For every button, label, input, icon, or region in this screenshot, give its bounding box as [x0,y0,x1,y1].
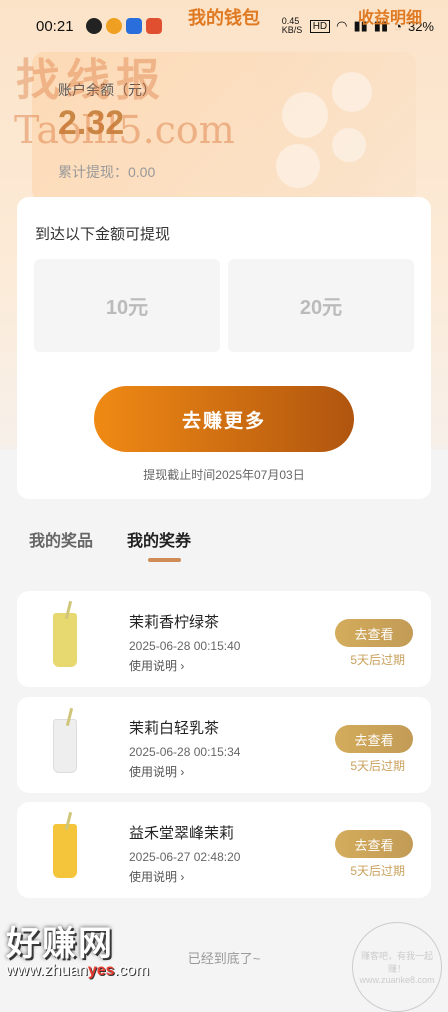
tab-my-prizes[interactable]: 我的奖品 [29,527,93,551]
voucher-expiry: 5天后过期 [350,759,405,773]
usage-instructions-link[interactable]: 使用说明 › [129,868,184,885]
tab-underline [148,558,181,562]
voucher-card: 茉莉白轻乳茶 2025-06-28 00:15:34 使用说明 › 去查看 5天… [17,697,431,793]
drink-image [53,824,77,878]
watermark-url: Taolll5.com [14,108,235,152]
voucher-name: 茉莉香柠绿茶 [129,614,220,631]
decorative-circle [276,144,320,188]
view-voucher-button[interactable]: 去查看 [335,830,413,858]
usage-instructions-link[interactable]: 使用说明 › [129,657,184,674]
withdraw-option-20[interactable]: 20元 [228,259,414,352]
voucher-name: 茉莉白轻乳茶 [129,720,220,737]
voucher-card: 茉莉香柠绿茶 2025-06-28 00:15:40 使用说明 › 去查看 5天… [17,591,431,687]
voucher-time: 2025-06-27 02:48:20 [129,850,241,864]
earn-more-button[interactable]: 去赚更多 [94,386,354,452]
earnings-detail-link[interactable]: 收益明细 [358,4,422,28]
voucher-expiry: 5天后过期 [350,864,405,878]
voucher-time: 2025-06-28 00:15:40 [129,639,241,653]
tab-my-vouchers[interactable]: 我的奖券 [127,527,191,551]
decorative-circle [332,72,372,112]
view-voucher-button[interactable]: 去查看 [335,725,413,753]
voucher-card: 益禾堂翠峰茉莉 2025-06-27 02:48:20 使用说明 › 去查看 5… [17,802,431,898]
watermark-logo: 好赚网 [6,925,114,963]
watermark-url: www.zhuanyes.com [6,962,149,980]
withdraw-title: 到达以下金额可提现 [35,226,171,243]
usage-instructions-link[interactable]: 使用说明 › [129,763,184,780]
voucher-time: 2025-06-28 00:15:34 [129,745,241,759]
decorative-circle [282,92,328,138]
withdraw-deadline: 提现截止时间2025年07月03日 [143,468,305,482]
drink-image [53,719,77,773]
view-voucher-button[interactable]: 去查看 [335,619,413,647]
decorative-circle [332,128,366,162]
watermark-url-part: .com [114,962,150,979]
watermark-url-part: www.zhuan [6,962,88,979]
drink-image [53,613,77,667]
watermark-url-part: yes [87,962,115,979]
withdraw-option-10[interactable]: 10元 [34,259,220,352]
watermark-logo: 找线报 [16,55,166,106]
voucher-expiry: 5天后过期 [350,653,405,667]
total-withdrawn: 累计提现：0.00 [58,164,156,180]
tabs: 我的奖品 我的奖券 [29,527,191,551]
voucher-name: 益禾堂翠峰茉莉 [129,825,235,842]
